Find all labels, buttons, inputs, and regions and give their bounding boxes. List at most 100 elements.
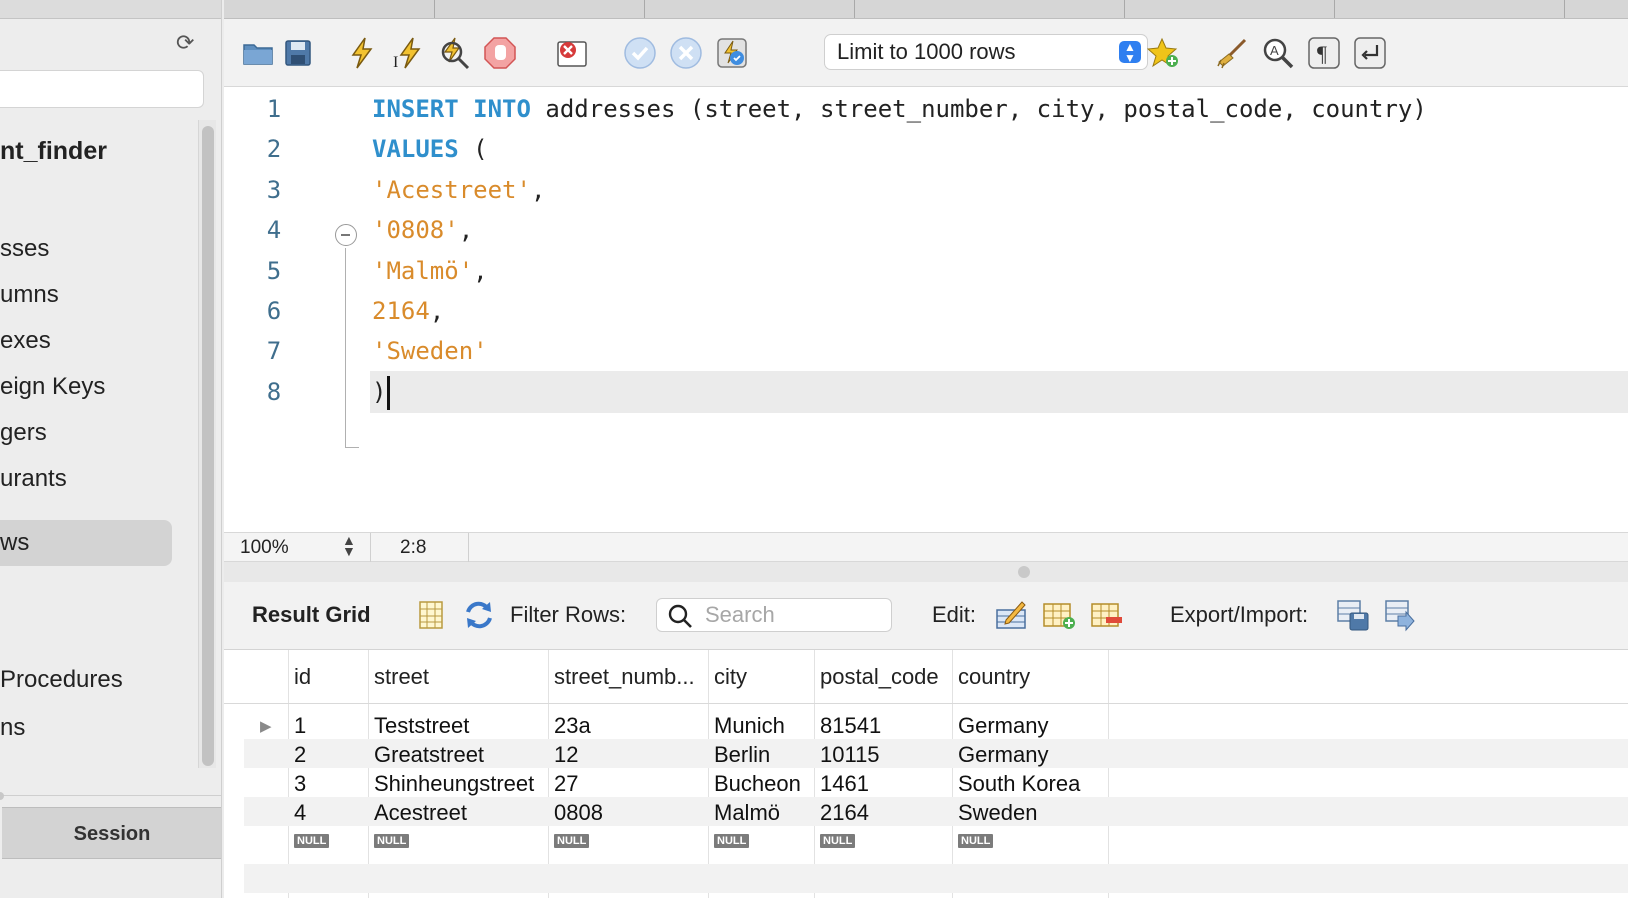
cell-country[interactable]: Germany — [958, 742, 1048, 768]
autocommit-icon[interactable] — [714, 35, 750, 71]
null-badge[interactable]: NULL — [294, 834, 330, 848]
explain-icon[interactable] — [436, 35, 472, 71]
zoom-level[interactable]: 100% — [240, 537, 289, 559]
table-row[interactable]: 2 Greatstreet 12 Berlin 10115 Germany — [244, 739, 1628, 768]
filter-rows-field[interactable] — [656, 598, 892, 632]
sql-editor[interactable]: 1 INSERT INTO addresses (street, street_n… — [224, 88, 1628, 618]
save-icon[interactable] — [280, 35, 316, 71]
tree-item-indexes[interactable]: exes — [0, 318, 51, 364]
import-icon[interactable] — [1384, 598, 1418, 632]
code-line[interactable]: 7 'Sweden' — [224, 330, 1628, 372]
bookmark-icon[interactable] — [1146, 35, 1182, 71]
code-text[interactable]: '0808', — [372, 209, 473, 251]
null-badge[interactable]: NULL — [714, 834, 750, 848]
code-line[interactable]: 5 'Malmö', — [224, 250, 1628, 292]
tree-item-addresses[interactable]: sses — [0, 226, 49, 272]
invisibles-icon[interactable]: ¶ — [1306, 35, 1342, 71]
beautify-icon[interactable] — [1214, 35, 1250, 71]
cell-id[interactable]: 2 — [294, 742, 306, 768]
refresh-results-icon[interactable] — [462, 598, 496, 632]
tree-item-stored-procedures[interactable]: Procedures — [0, 657, 123, 703]
filter-rows-input[interactable] — [705, 602, 885, 628]
column-header-postal-code[interactable]: postal_code — [820, 664, 939, 690]
cell-street[interactable]: Teststreet — [374, 713, 469, 739]
cell-street[interactable]: Acestreet — [374, 800, 467, 826]
code-text[interactable]: 'Sweden' — [372, 330, 488, 372]
refresh-icon[interactable]: ⟳ — [176, 30, 194, 56]
sidebar-scroll-thumb[interactable] — [202, 126, 214, 766]
table-row[interactable]: 3 Shinheungstreet 27 Bucheon 1461 South … — [244, 768, 1628, 797]
cell-id[interactable]: 1 — [294, 713, 306, 739]
splitter-handle[interactable] — [1018, 566, 1030, 578]
tree-item-restaurants[interactable]: urants — [0, 456, 67, 502]
column-toggle-icon[interactable] — [414, 598, 448, 632]
limit-rows-select[interactable]: Limit to 1000 rows ▲ ▼ — [824, 34, 1148, 70]
session-tab[interactable]: Session — [2, 807, 221, 859]
rollback-icon[interactable] — [668, 35, 704, 71]
sidebar-resize-handle[interactable] — [0, 792, 4, 800]
execute-current-icon[interactable]: I — [390, 35, 426, 71]
code-line[interactable]: 6 2164, — [224, 290, 1628, 332]
cell-city[interactable]: Munich — [714, 713, 785, 739]
cell-country[interactable]: Sweden — [958, 800, 1038, 826]
cell-street[interactable]: Shinheungstreet — [374, 771, 534, 797]
commit-icon[interactable] — [622, 35, 658, 71]
open-folder-icon[interactable] — [240, 35, 276, 71]
sidebar-scrollbar[interactable] — [198, 120, 216, 768]
schema-name[interactable]: nt_finder — [0, 137, 107, 166]
null-badge[interactable]: NULL — [820, 834, 856, 848]
delete-row-icon[interactable] — [1090, 598, 1124, 632]
wrap-icon[interactable] — [1352, 35, 1388, 71]
cell-street[interactable]: Greatstreet — [374, 742, 484, 768]
column-header-country[interactable]: country — [958, 664, 1030, 690]
tree-item-views[interactable]: ws — [0, 520, 172, 566]
edit-row-icon[interactable] — [994, 598, 1028, 632]
cell-id[interactable]: 4 — [294, 800, 306, 826]
code-text[interactable]: VALUES ( — [372, 128, 488, 170]
add-row-icon[interactable] — [1042, 598, 1076, 632]
column-header-street[interactable]: street — [374, 664, 429, 690]
column-header-city[interactable]: city — [714, 664, 747, 690]
cell-city[interactable]: Malmö — [714, 800, 780, 826]
table-row[interactable]: ▶ 1 Teststreet 23a Munich 81541 Germany — [224, 710, 1608, 739]
code-line[interactable]: 2 VALUES ( — [224, 128, 1628, 170]
panel-splitter[interactable] — [224, 562, 1628, 582]
code-text[interactable]: 2164, — [372, 290, 444, 332]
new-row[interactable]: NULL NULL NULL NULL NULL NULL — [244, 826, 1628, 855]
fold-toggle-icon[interactable] — [335, 224, 357, 246]
code-line[interactable]: 8) — [224, 370, 1628, 413]
null-badge[interactable]: NULL — [958, 834, 994, 848]
cell-id[interactable]: 3 — [294, 771, 306, 797]
cell-street-number[interactable]: 27 — [554, 771, 578, 797]
cell-postal-code[interactable]: 2164 — [820, 800, 869, 826]
column-header-id[interactable]: id — [294, 664, 311, 690]
cell-street-number[interactable]: 12 — [554, 742, 578, 768]
code-line[interactable]: 1 INSERT INTO addresses (street, street_n… — [224, 88, 1628, 130]
tree-item-foreign-keys[interactable]: eign Keys — [0, 364, 105, 410]
cell-country[interactable]: Germany — [958, 713, 1048, 739]
execute-icon[interactable] — [344, 35, 380, 71]
cell-street-number[interactable]: 23a — [554, 713, 591, 739]
cell-country[interactable]: South Korea — [958, 771, 1080, 797]
zoom-stepper-icon[interactable]: ▲ ▼ — [342, 533, 356, 558]
code-text[interactable]: INSERT INTO addresses (street, street_nu… — [372, 88, 1427, 130]
export-icon[interactable] — [1336, 598, 1370, 632]
cell-city[interactable]: Bucheon — [714, 771, 801, 797]
stop-icon[interactable] — [482, 35, 518, 71]
code-text[interactable]: 'Acestreet', — [372, 169, 545, 211]
cell-street-number[interactable]: 0808 — [554, 800, 603, 826]
cell-postal-code[interactable]: 81541 — [820, 713, 881, 739]
code-line[interactable]: 4 '0808', — [224, 209, 1628, 251]
cell-postal-code[interactable]: 10115 — [820, 742, 880, 768]
find-icon[interactable]: A — [1260, 35, 1296, 71]
tree-item-columns[interactable]: umns — [0, 272, 59, 318]
toggle-error-icon[interactable] — [554, 35, 590, 71]
null-badge[interactable]: NULL — [554, 834, 590, 848]
code-text[interactable]: ) — [372, 371, 391, 413]
tree-item-functions[interactable]: ns — [0, 705, 25, 751]
null-badge[interactable]: NULL — [374, 834, 410, 848]
code-line[interactable]: 3 'Acestreet', — [224, 169, 1628, 211]
code-text[interactable]: 'Malmö', — [372, 250, 488, 292]
cell-postal-code[interactable]: 1461 — [820, 771, 869, 797]
sidebar-filter-input[interactable] — [0, 70, 204, 108]
